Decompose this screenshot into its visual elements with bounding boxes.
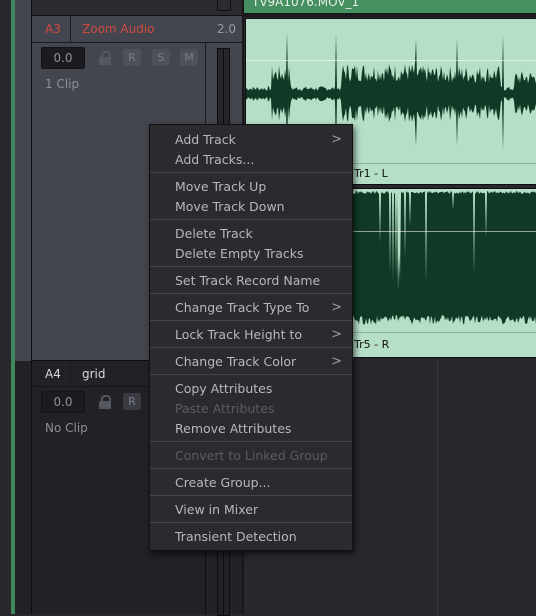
menu-separator (150, 266, 352, 267)
menu-item-label: Delete Empty Tracks (175, 246, 304, 261)
clip-title-bar[interactable]: TV9A1076.MOV_1 (244, 0, 536, 13)
menu-item-remove-attributes[interactable]: Remove Attributes (150, 419, 352, 439)
previous-track-meter (217, 0, 231, 11)
track-header-a3-title[interactable]: A3 Zoom Audio 2.0 (32, 16, 242, 43)
menu-item-move-track-down[interactable]: Move Track Down (150, 197, 352, 217)
channel-label: Tr1 - L (354, 167, 388, 180)
menu-item-label: Paste Attributes (175, 401, 275, 416)
record-arm-button[interactable]: R (123, 393, 141, 410)
clip-count: No Clip (45, 421, 88, 435)
menu-separator (150, 320, 352, 321)
menu-item-delete-empty-tracks[interactable]: Delete Empty Tracks (150, 244, 352, 264)
chevron-right-icon: > (331, 300, 342, 315)
previous-track-header (32, 0, 242, 16)
lock-icon[interactable] (99, 395, 111, 409)
menu-item-lock-track-height[interactable]: Lock Track Height to > (150, 325, 352, 345)
track-context-menu: Add Track > Add Tracks... Move Track Up Move… (149, 124, 353, 551)
menu-separator (150, 374, 352, 375)
menu-item-label: Lock Track Height to (175, 327, 303, 342)
menu-item-change-track-color[interactable]: Change Track Color > (150, 352, 352, 372)
track-id: A3 (45, 22, 61, 36)
menu-item-label: Copy Attributes (175, 381, 273, 396)
menu-item-label: Transient Detection (175, 529, 297, 544)
clip-title: TV9A1076.MOV_1 (252, 0, 360, 9)
track-name[interactable]: Zoom Audio (82, 22, 155, 36)
menu-item-change-track-type[interactable]: Change Track Type To > (150, 298, 352, 318)
menu-item-label: Change Track Type To (175, 300, 310, 315)
divider (70, 361, 71, 386)
menu-separator (150, 172, 352, 173)
menu-item-label: Change Track Color (175, 354, 297, 369)
volume-field[interactable]: 0.0 (41, 47, 85, 69)
menu-item-label: Remove Attributes (175, 421, 292, 436)
clip-count: 1 Clip (45, 77, 80, 91)
menu-item-paste-attributes: Paste Attributes (150, 399, 352, 419)
track-id: A4 (45, 367, 61, 381)
menu-item-label: Set Track Record Name (175, 273, 321, 288)
menu-item-add-track[interactable]: Add Track > (150, 130, 352, 150)
menu-item-add-tracks[interactable]: Add Tracks... (150, 150, 352, 170)
menu-item-set-track-record-name[interactable]: Set Track Record Name (150, 271, 352, 291)
track-gutter-a4 (15, 361, 32, 614)
lock-icon[interactable] (99, 51, 111, 65)
menu-separator (150, 293, 352, 294)
track-gain: 2.0 (216, 22, 236, 36)
menu-item-label: Add Tracks... (175, 152, 255, 167)
left-edge (0, 0, 11, 614)
track-controls-a3: 0.0 R S M 1 Clip (32, 43, 205, 103)
timeline-gridline (437, 360, 438, 614)
menu-separator (150, 219, 352, 220)
menu-item-label: Delete Track (175, 226, 253, 241)
volume-line[interactable] (246, 60, 536, 61)
channel-label: Tr5 - R (354, 338, 390, 351)
menu-item-label: Move Track Up (175, 179, 267, 194)
menu-separator (150, 347, 352, 348)
mute-button[interactable]: M (180, 49, 198, 66)
menu-item-convert-to-linked-group: Convert to Linked Group (150, 446, 352, 466)
menu-item-create-group[interactable]: Create Group... (150, 473, 352, 493)
menu-item-view-in-mixer[interactable]: View in Mixer (150, 500, 352, 520)
menu-item-copy-attributes[interactable]: Copy Attributes (150, 379, 352, 399)
menu-item-label: Move Track Down (175, 199, 285, 214)
volume-field[interactable]: 0.0 (41, 391, 85, 413)
track-name[interactable]: grid (82, 367, 106, 381)
menu-item-label: Create Group... (175, 475, 271, 490)
menu-item-label: View in Mixer (175, 502, 259, 517)
menu-item-label: Add Track (175, 132, 236, 147)
menu-separator (150, 495, 352, 496)
chevron-right-icon: > (331, 354, 342, 369)
record-arm-button[interactable]: R (123, 49, 141, 66)
menu-item-transient-detection[interactable]: Transient Detection (150, 527, 352, 547)
divider (70, 16, 71, 42)
menu-separator (150, 522, 352, 523)
menu-item-label: Convert to Linked Group (175, 448, 328, 463)
chevron-right-icon: > (331, 327, 342, 342)
menu-item-delete-track[interactable]: Delete Track (150, 224, 352, 244)
menu-separator (150, 441, 352, 442)
solo-button[interactable]: S (152, 49, 170, 66)
chevron-right-icon: > (331, 132, 342, 147)
menu-item-move-track-up[interactable]: Move Track Up (150, 177, 352, 197)
menu-separator (150, 468, 352, 469)
clip-title-shadow (244, 13, 536, 17)
